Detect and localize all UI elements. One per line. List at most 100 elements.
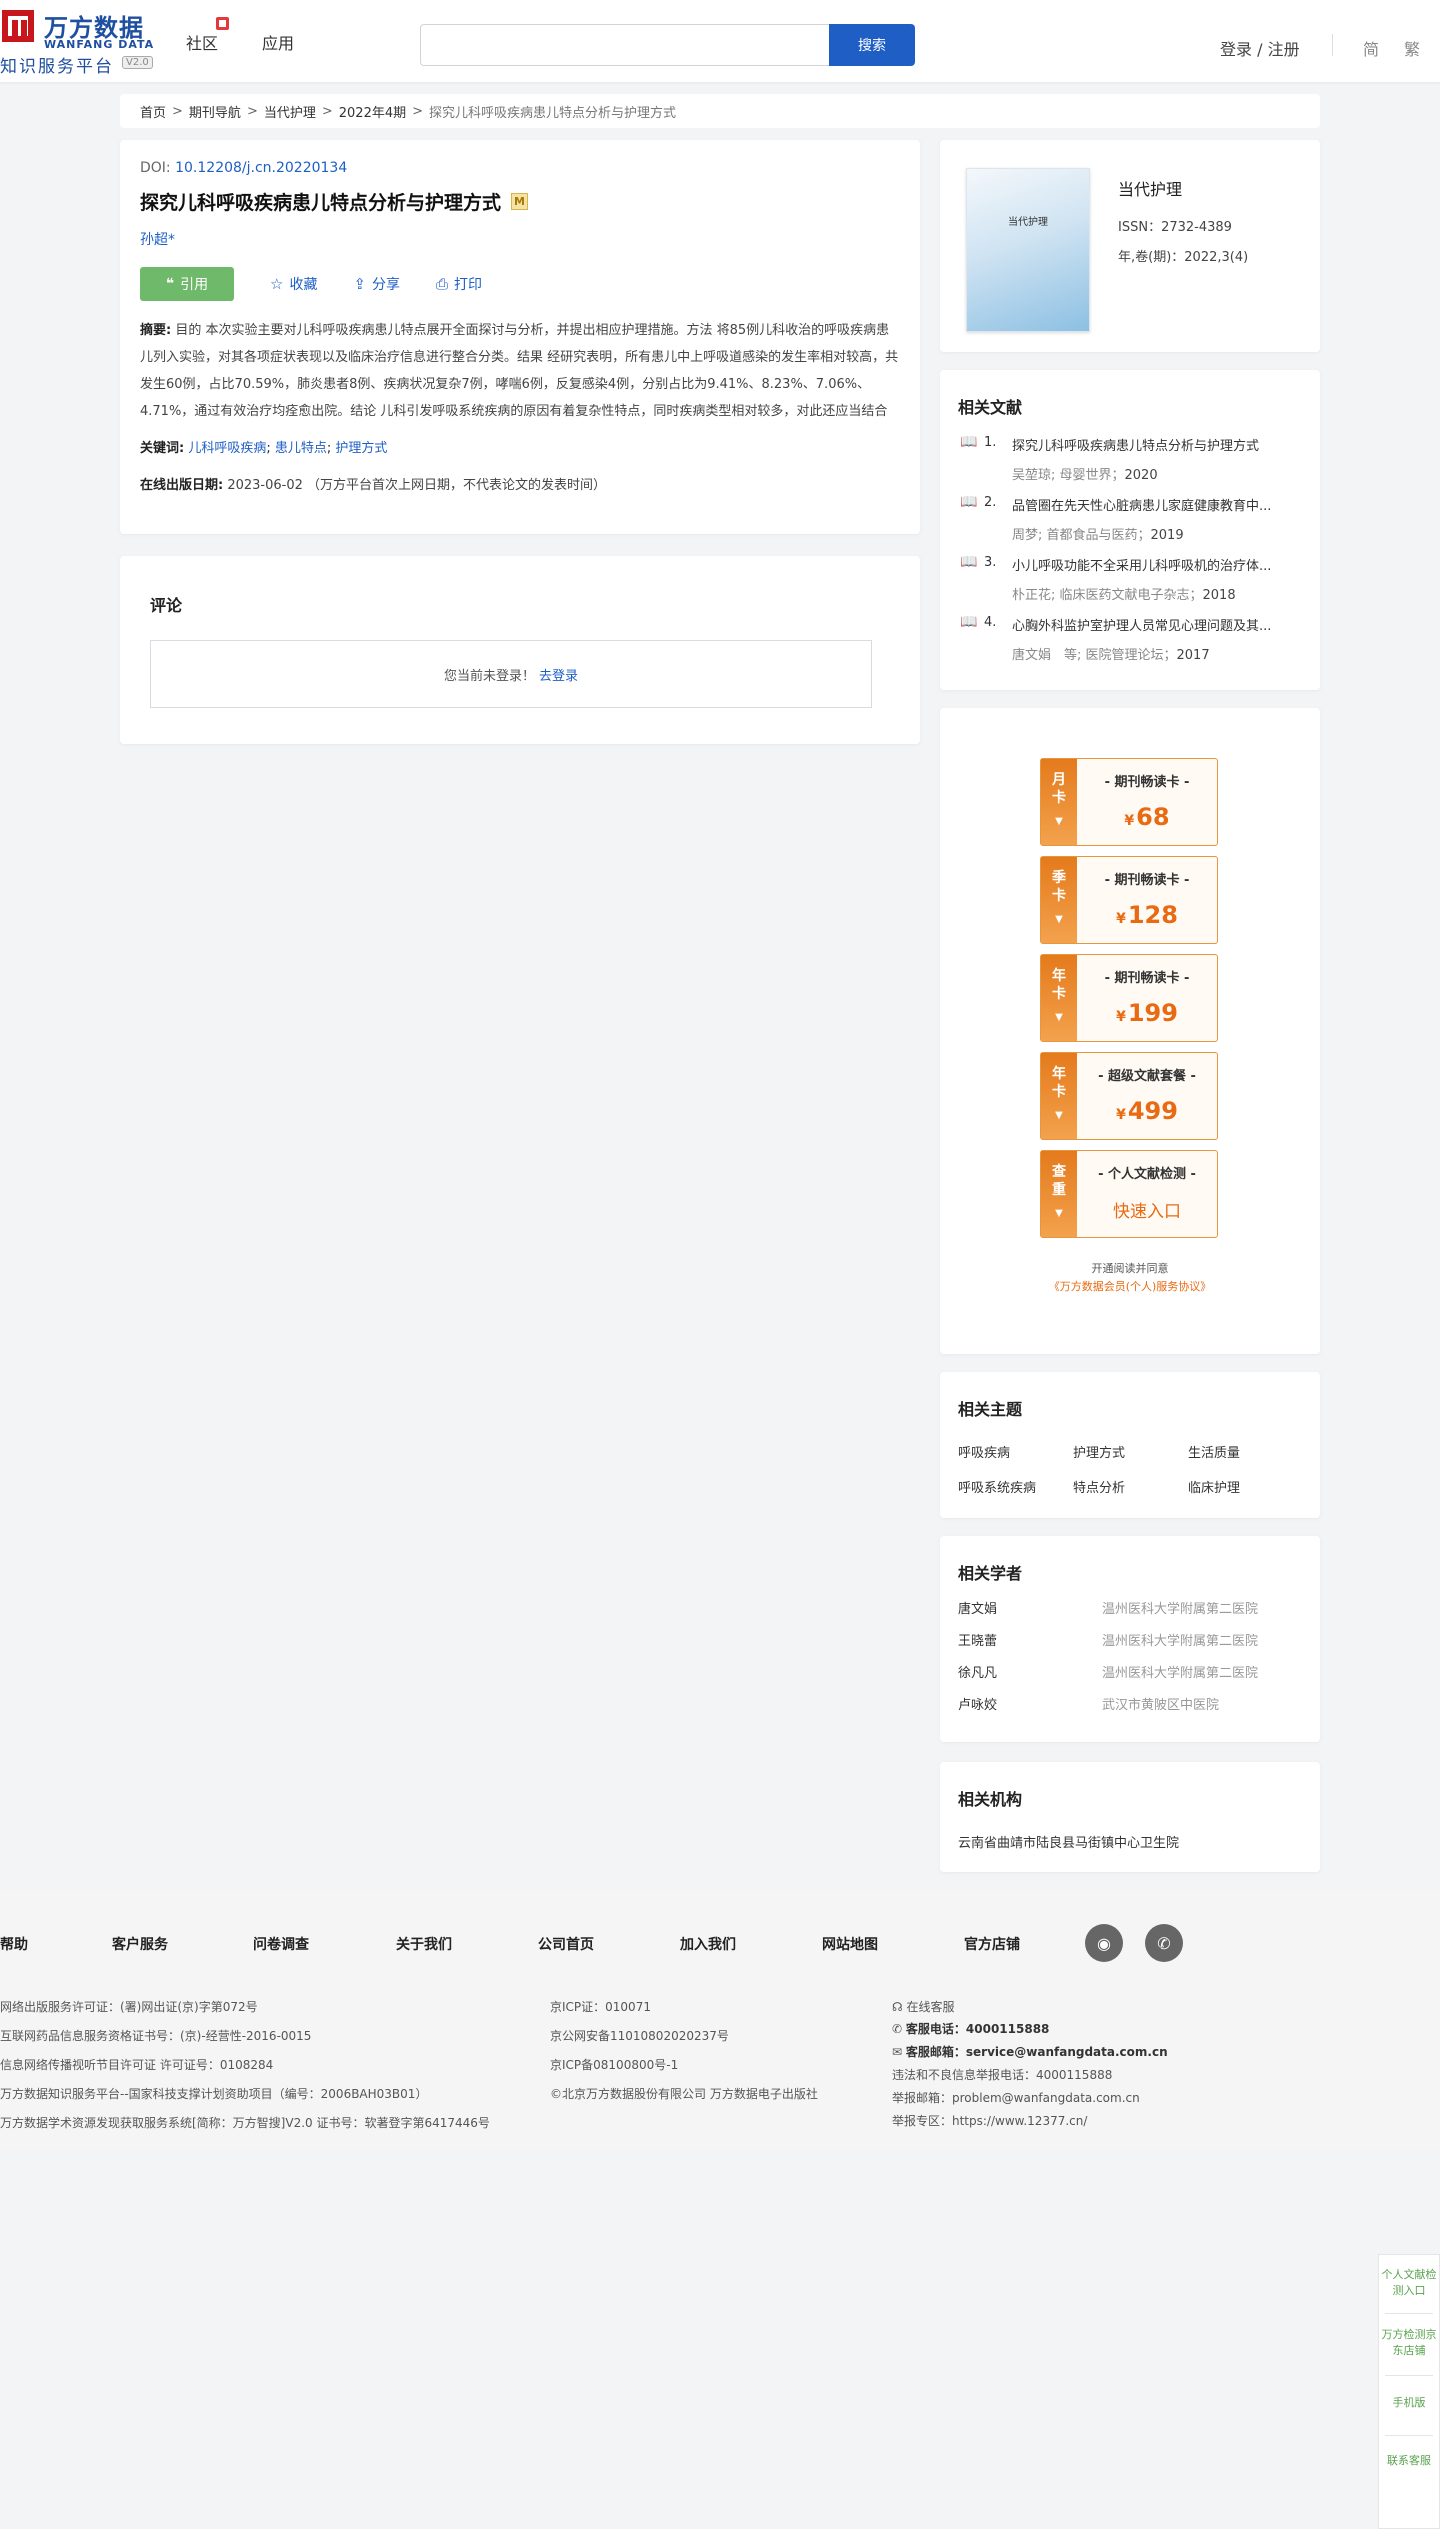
report-zone-link[interactable]: 举报专区：https://www.12377.cn/ (892, 2112, 1087, 2129)
author-link[interactable]: 孙超* (140, 229, 900, 249)
footer-link-join[interactable]: 加入我们 (680, 1934, 736, 1954)
related-doc-meta: 唐文娟 等; 医院管理论坛；2017 (1012, 644, 1210, 663)
related-doc-link[interactable]: 品管圈在先天性心脏病患儿家庭健康教育中... (1012, 495, 1308, 514)
related-doc-link[interactable]: 探究儿科呼吸疾病患儿特点分析与护理方式 (1012, 435, 1308, 454)
related-doc-link[interactable]: 小儿呼吸功能不全采用儿科呼吸机的治疗体... (1012, 555, 1308, 574)
cite-button[interactable]: ❝ 引用 (140, 267, 234, 301)
service-agreement-link[interactable]: 《万方数据会员(个人)服务协议》 (940, 1278, 1320, 1294)
currency: ¥ (1116, 1009, 1126, 1025)
related-docs-card: 相关文献 📖 1. 探究儿科呼吸疾病患儿特点分析与护理方式 吴堃琼; 母婴世界；… (940, 370, 1320, 690)
footer-link-service[interactable]: 客户服务 (112, 1934, 168, 1954)
login-register-link[interactable]: 登录 / 注册 (1220, 36, 1300, 60)
footer-link-about[interactable]: 关于我们 (396, 1934, 452, 1954)
email-label: 客服邮箱： (905, 2045, 966, 2059)
weibo-icon[interactable]: ◉ (1085, 1924, 1123, 1962)
list-item: 📖 3. 小儿呼吸功能不全采用儿科呼吸机的治疗体... 朴正花; 临床医药文献电… (958, 552, 1302, 612)
online-date-label: 在线出版日期: (140, 478, 224, 493)
scholar-org[interactable]: 温州医科大学附属第二医院 (1102, 1630, 1258, 1649)
card-type-tag: 年卡 ▼ (1041, 955, 1077, 1041)
scholar-name-link[interactable]: 卢咏姣 (958, 1694, 1102, 1713)
related-scholars-title: 相关学者 (958, 1564, 1023, 1583)
breadcrumb-current: 探究儿科呼吸疾病患儿特点分析与护理方式 (429, 105, 677, 121)
footer-icp[interactable]: 京ICP证：010071 (550, 1998, 651, 2015)
footer-link-company[interactable]: 公司首页 (538, 1934, 594, 1954)
scholar-org[interactable]: 温州医科大学附属第二医院 (1102, 1662, 1258, 1681)
nav-apps[interactable]: 应用 (262, 30, 294, 54)
scholar-org[interactable]: 武汉市黄陂区中医院 (1102, 1694, 1219, 1713)
phone-label: 客服电话： (905, 2022, 966, 2036)
tag-char: 季 (1052, 870, 1066, 886)
report-email: 举报邮箱：problem@wanfangdata.com.cn (892, 2091, 1140, 2105)
scholar-name-link[interactable]: 徐凡凡 (958, 1662, 1102, 1681)
journal-name-link[interactable]: 当代护理 (1118, 176, 1182, 200)
org-link[interactable]: 云南省曲靖市陆良县马街镇中心卫生院 (958, 1832, 1302, 1851)
comment-login-box: 您当前未登录！ 去登录 (150, 640, 872, 708)
related-doc-link[interactable]: 心胸外科监护室护理人员常见心理问题及其... (1012, 615, 1308, 634)
logo-subtitle: 知识服务平台 (0, 57, 114, 77)
currency: ¥ (1116, 1107, 1126, 1123)
share-button[interactable]: ⇪ 分享 (353, 274, 400, 294)
jd-store-entry[interactable]: 万方检测京东店铺 (1379, 2327, 1439, 2359)
print-button[interactable]: ⎙ 打印 (436, 274, 482, 294)
footer-icp[interactable]: 京公网安备11010802020237号 (550, 2027, 729, 2044)
doc-source: 周梦; 首都食品与医药； (1012, 528, 1151, 543)
monthly-card-offer[interactable]: 月卡 ▼ - 期刊畅读卡 - ¥68 (1040, 758, 1218, 846)
breadcrumb-issue[interactable]: 2022年4期 (339, 102, 406, 121)
topic-link[interactable]: 呼吸系统疾病 (958, 1477, 1073, 1496)
wechat-icon[interactable]: ✆ (1145, 1924, 1183, 1962)
quick-entry-link[interactable]: 快速入口 (1077, 1197, 1217, 1222)
quote-icon: ❝ (165, 276, 175, 292)
topic-link[interactable]: 临床护理 (1188, 1477, 1303, 1496)
topic-link[interactable]: 护理方式 (1073, 1442, 1188, 1461)
tag-char: 卡 (1052, 1084, 1066, 1100)
journal-issue: 年,卷(期)：2022,3(4) (1118, 250, 1249, 265)
doc-year: 2019 (1150, 528, 1184, 543)
super-package-offer[interactable]: 年卡 ▼ - 超级文献套餐 - ¥499 (1040, 1052, 1218, 1140)
online-service-link[interactable]: ☊ 在线客服 (892, 1998, 955, 2015)
lang-traditional[interactable]: 繁 (1404, 36, 1420, 60)
quarterly-card-offer[interactable]: 季卡 ▼ - 期刊畅读卡 - ¥128 (1040, 856, 1218, 944)
nav-community[interactable]: 社区 (186, 30, 218, 54)
footer-license: 互联网药品信息服务资格证书号：(京)-经营性-2016-0015 (0, 2029, 312, 2043)
lang-simplified[interactable]: 简 (1363, 36, 1379, 60)
annual-card-offer[interactable]: 年卡 ▼ - 期刊畅读卡 - ¥199 (1040, 954, 1218, 1042)
site-logo[interactable]: 万方数据 WANFANG DATA 知识服务平台 V2.0 (0, 8, 160, 77)
online-date: 2023-06-02 (227, 478, 303, 493)
topic-link[interactable]: 呼吸疾病 (958, 1442, 1073, 1461)
footer-link-help[interactable]: 帮助 (0, 1934, 28, 1954)
card-type-tag: 季卡 ▼ (1041, 857, 1077, 943)
scholar-org[interactable]: 温州医科大学附属第二医院 (1102, 1598, 1258, 1617)
mobile-version-link[interactable]: 手机版 (1379, 2395, 1439, 2411)
footer-link-survey[interactable]: 问卷调查 (253, 1934, 309, 1954)
breadcrumb-journal-nav[interactable]: 期刊导航 (189, 102, 241, 121)
go-login-link[interactable]: 去登录 (539, 665, 578, 684)
keyword-link[interactable]: 儿科呼吸疾病 (188, 441, 266, 456)
keyword-link[interactable]: 护理方式 (335, 441, 387, 456)
doi-link[interactable]: 10.12208/j.cn.20220134 (175, 160, 347, 176)
breadcrumb-journal[interactable]: 当代护理 (264, 102, 316, 121)
topic-link[interactable]: 生活质量 (1188, 1442, 1303, 1461)
breadcrumb-home[interactable]: 首页 (140, 102, 166, 121)
item-number: 4. (984, 615, 997, 630)
doc-source: 唐文娟 等; 医院管理论坛； (1012, 648, 1177, 663)
book-icon: 📖 (960, 614, 978, 630)
contact-service-link[interactable]: 联系客服 (1379, 2453, 1439, 2469)
search-input[interactable] (420, 24, 832, 66)
footer-link-sitemap[interactable]: 网站地图 (822, 1934, 878, 1954)
journal-cover-image[interactable]: 当代护理 (966, 168, 1090, 332)
scholar-name-link[interactable]: 王晓蕾 (958, 1630, 1102, 1649)
service-email: ✉ 客服邮箱：service@wanfangdata.com.cn (892, 2043, 1168, 2060)
agreement-text: 开通阅读并同意 (1091, 1262, 1169, 1275)
search-button[interactable]: 搜索 (829, 24, 915, 66)
plagiarism-check-offer[interactable]: 查重 ▼ - 个人文献检测 - 快速入口 (1040, 1150, 1218, 1238)
tag-char: 卡 (1052, 888, 1066, 904)
personal-check-entry[interactable]: 个人文献检测入口 (1379, 2267, 1439, 2299)
favorite-button[interactable]: ☆ 收藏 (270, 274, 317, 294)
card-type-tag: 月卡 ▼ (1041, 759, 1077, 845)
topic-link[interactable]: 特点分析 (1073, 1477, 1188, 1496)
printer-icon: ⎙ (436, 275, 449, 293)
footer-icp[interactable]: 京ICP备08100800号-1 (550, 2056, 678, 2073)
footer-link-store[interactable]: 官方店铺 (964, 1934, 1020, 1954)
scholar-name-link[interactable]: 唐文娟 (958, 1598, 1102, 1617)
keyword-link[interactable]: 患儿特点 (275, 441, 327, 456)
